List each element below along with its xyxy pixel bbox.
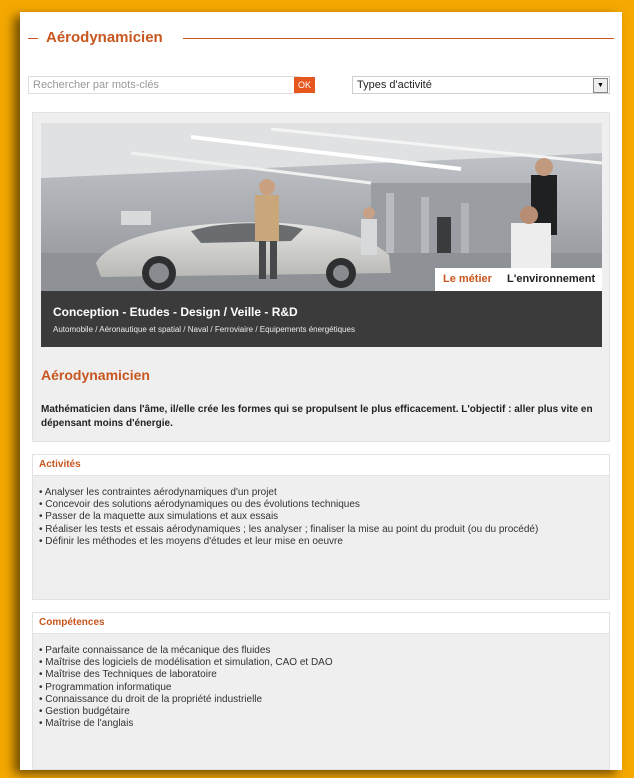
- activity-type-value: Types d'activité: [357, 79, 432, 91]
- page-title: Aérodynamicien: [46, 29, 163, 46]
- orange-frame: Aérodynamicien Rechercher par mots-clés …: [0, 0, 634, 778]
- hero-category: Conception - Etudes - Design / Veille - …: [53, 305, 298, 319]
- car-studio-photo: [41, 123, 602, 291]
- page-header: Aérodynamicien: [28, 28, 614, 48]
- section-competences: Compétences • Parfaite connaissance de l…: [32, 612, 610, 770]
- content-page: Aérodynamicien Rechercher par mots-clés …: [20, 12, 622, 770]
- tab-le-metier[interactable]: Le métier: [443, 273, 492, 285]
- search-ok-button[interactable]: OK: [294, 77, 315, 93]
- list-item: • Analyser les contraintes aérodynamique…: [39, 487, 277, 498]
- hero-sectors: Automobile / Aéronautique et spatial / N…: [53, 325, 355, 334]
- hero-panel: Le métier L'environnement Conception - E…: [32, 112, 610, 442]
- section-activites: Activités • Analyser les contraintes aér…: [32, 454, 610, 600]
- list-item: • Programmation informatique: [39, 681, 172, 693]
- hero-image: [41, 123, 602, 291]
- list-item: • Maîtrise des logiciels de modélisation…: [39, 657, 333, 669]
- job-description: Mathématicien dans l'âme, il/elle crée l…: [41, 404, 593, 429]
- chevron-down-icon[interactable]: ▼: [593, 78, 608, 93]
- section-activites-header: Activités: [33, 455, 609, 476]
- list-item: • Concevoir des solutions aérodynamiques…: [39, 499, 360, 511]
- section-competences-header: Compétences: [33, 613, 609, 634]
- activity-type-select[interactable]: Types d'activité ▼: [352, 76, 610, 94]
- list-item: • Maîtrise de l'anglais: [39, 718, 134, 730]
- list-item: • Maîtrise des Techniques de laboratoire: [39, 669, 217, 681]
- header-rule-right: [183, 38, 614, 39]
- section-activites-heading: Activités: [39, 459, 81, 470]
- list-item: • Définir les méthodes et les moyens d'é…: [39, 535, 343, 547]
- job-title: Aérodynamicien: [41, 367, 150, 383]
- activites-list: • Analyser les contraintes aérodynamique…: [39, 487, 603, 548]
- list-item: • Passer de la maquette aux simulations …: [39, 511, 279, 523]
- list-item: • Réaliser les tests et essais aérodynam…: [39, 523, 539, 535]
- header-rule-left: [28, 38, 38, 39]
- hero-caption: Conception - Etudes - Design / Veille - …: [41, 291, 602, 347]
- competences-list: • Parfaite connaissance de la mécanique …: [39, 645, 603, 730]
- list-item: • Connaissance du droit de la propriété …: [39, 693, 263, 705]
- list-item: • Gestion budgétaire: [39, 706, 130, 718]
- list-item: • Parfaite connaissance de la mécanique …: [39, 645, 271, 656]
- section-competences-heading: Compétences: [39, 617, 105, 628]
- keyword-search-input[interactable]: Rechercher par mots-clés: [28, 76, 300, 94]
- hero-tabs: Le métier L'environnement: [435, 268, 602, 291]
- tab-environnement[interactable]: L'environnement: [507, 273, 595, 285]
